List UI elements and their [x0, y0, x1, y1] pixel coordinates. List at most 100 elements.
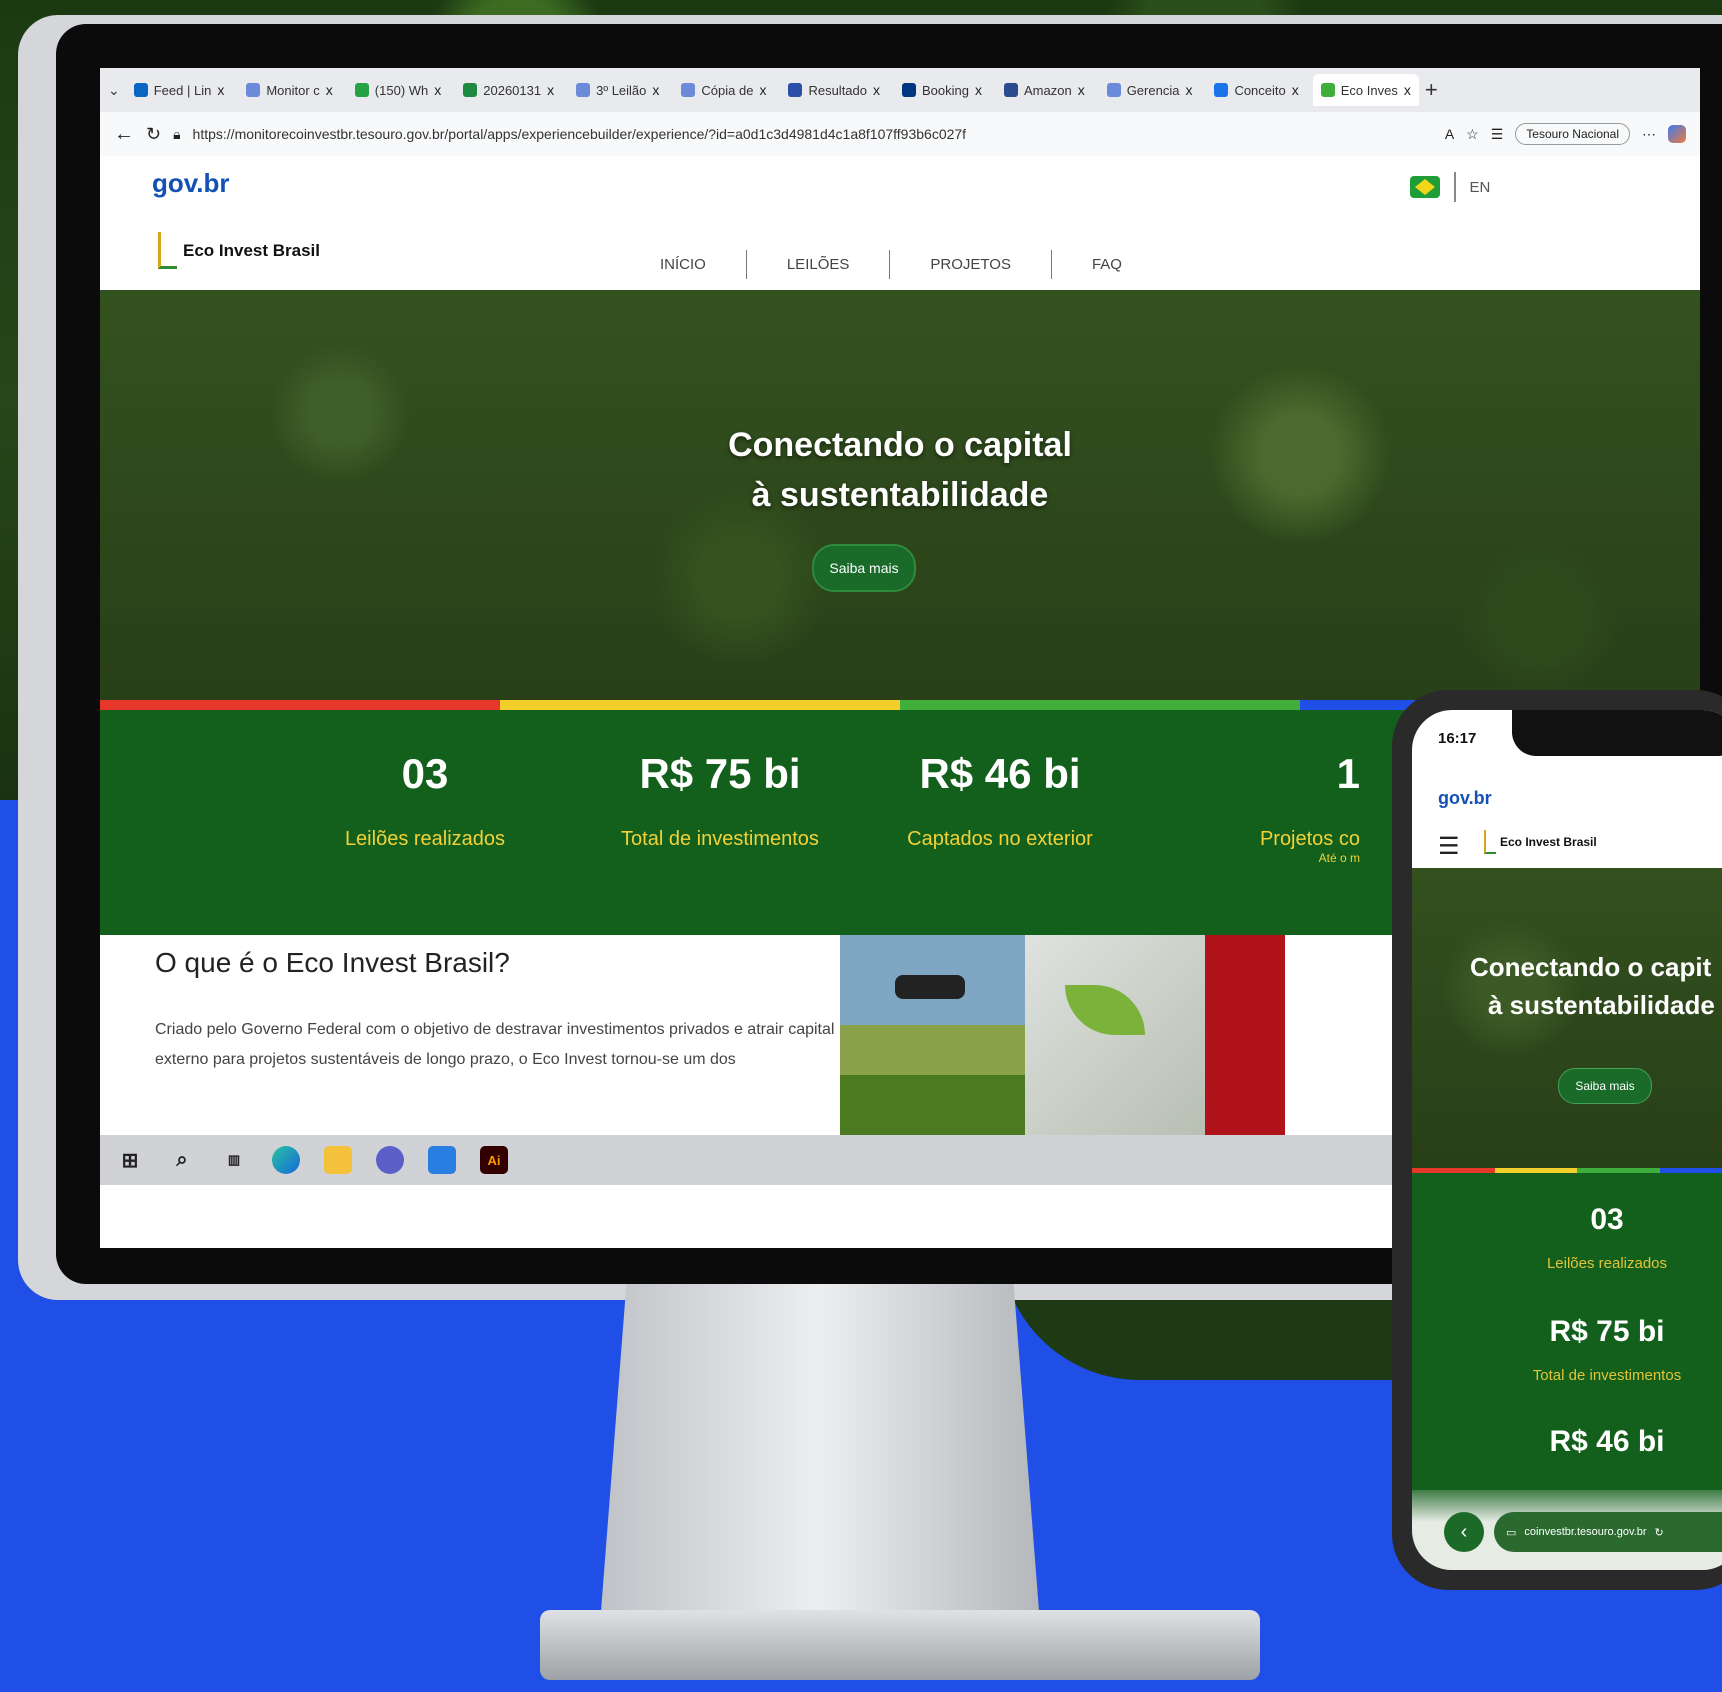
tab-close-icon[interactable]: x: [759, 82, 766, 98]
illustrator-icon[interactable]: Ai: [480, 1146, 508, 1174]
search-icon[interactable]: ⌕: [168, 1146, 196, 1174]
saiba-mais-button[interactable]: Saiba mais: [812, 544, 916, 592]
tab-list-chevron-icon[interactable]: ⌄: [108, 82, 120, 99]
browser-tab[interactable]: Amazon x: [996, 74, 1093, 106]
tab-close-icon[interactable]: x: [1078, 82, 1085, 98]
phone-back-icon[interactable]: ‹: [1444, 1512, 1484, 1552]
nav-faq[interactable]: FAQ: [1052, 250, 1162, 279]
lock-icon: 🔒︎: [173, 125, 181, 142]
about-text: Criado pelo Governo Federal com o objeti…: [155, 1021, 835, 1068]
monitor-stand: [600, 1284, 1040, 1624]
browser-tab[interactable]: Monitor cx: [238, 74, 340, 106]
more-menu-icon[interactable]: ⋯: [1642, 126, 1656, 143]
tab-close-icon[interactable]: x: [975, 82, 982, 98]
tab-close-icon[interactable]: x: [547, 82, 554, 98]
tab-close-icon[interactable]: x: [217, 82, 224, 98]
tabs-icon: ▭: [1506, 1526, 1517, 1539]
tab-favicon-icon: [1320, 83, 1335, 97]
back-icon[interactable]: ←: [114, 123, 134, 146]
tab-favicon-icon: [576, 83, 591, 97]
tab-close-icon[interactable]: x: [1292, 82, 1299, 98]
tab-favicon-icon: [354, 83, 369, 97]
brazil-flag-icon[interactable]: [1410, 176, 1440, 198]
phone-hero-banner: Conectando o capit à sustentabilidade Sa…: [1412, 868, 1722, 1168]
tab-close-icon[interactable]: x: [434, 82, 441, 98]
drone-field-image: [840, 935, 1025, 1135]
url-field[interactable]: https://monitorecoinvestbr.tesouro.gov.b…: [193, 126, 1173, 142]
tab-close-icon[interactable]: x: [652, 82, 659, 98]
phone-hero-title: Conectando o capit à sustentabilidade: [1470, 952, 1715, 1020]
browser-tab[interactable]: 20260131 x: [455, 74, 562, 106]
browser-tab-active[interactable]: Eco Inves x: [1312, 74, 1419, 106]
phone-url-field[interactable]: ▭ coinvestbr.tesouro.gov.br ↻: [1494, 1512, 1722, 1552]
stripe-red: [100, 700, 500, 710]
leaf-logo-icon: [158, 232, 177, 269]
windows-start-icon[interactable]: ⊞: [116, 1146, 144, 1174]
profile-button[interactable]: Tesouro Nacional: [1515, 123, 1630, 145]
browser-tab[interactable]: Cópia de x: [673, 74, 774, 106]
stat-leiloes: 03 Leilões realizados: [344, 750, 506, 850]
hero-title: Conectando o capital à sustentabilidade: [728, 426, 1072, 514]
browser-tab[interactable]: (150) Wh x: [347, 74, 449, 106]
new-tab-button[interactable]: +: [1425, 77, 1438, 103]
browser-tab[interactable]: Feed | Lin x: [126, 74, 233, 106]
tab-favicon-icon: [463, 83, 478, 97]
site-header: Eco Invest Brasil INÍCIO LEILÕES PROJETO…: [100, 210, 1700, 290]
leaf-logo-icon: [1484, 830, 1496, 854]
tab-close-icon[interactable]: x: [326, 82, 333, 98]
phone-eco-invest-logo[interactable]: Eco Invest Brasil: [1484, 830, 1597, 854]
phone-stat-exterior: R$ 46 bi: [1549, 1425, 1665, 1458]
tab-close-icon[interactable]: x: [1404, 82, 1411, 98]
favorite-star-icon[interactable]: ☆: [1466, 126, 1479, 143]
task-view-icon[interactable]: ▥: [220, 1146, 248, 1174]
tab-favicon-icon: [1106, 83, 1121, 97]
eco-invest-logo[interactable]: Eco Invest Brasil: [158, 232, 320, 269]
phone-browser-bar: ‹ ▭ coinvestbr.tesouro.gov.br ↻: [1412, 1490, 1722, 1570]
tab-close-icon[interactable]: x: [1185, 82, 1192, 98]
browser-tab[interactable]: 3º Leilão x: [568, 74, 667, 106]
stat-exterior: R$ 46 bi Captados no exterior: [907, 750, 1093, 850]
browser-address-bar: ← ↻ 🔒︎ https://monitorecoinvestbr.tesour…: [100, 112, 1700, 156]
browser-tab[interactable]: Gerencia x: [1099, 74, 1201, 106]
copilot-icon[interactable]: [1668, 125, 1686, 143]
tab-close-icon[interactable]: x: [873, 82, 880, 98]
stat-projetos: 1 Projetos co Até o m: [1259, 750, 1360, 865]
browser-tab[interactable]: Resultado x: [780, 74, 888, 106]
nav-inicio[interactable]: INÍCIO: [620, 250, 747, 279]
tab-favicon-icon: [246, 83, 261, 97]
lang-en[interactable]: EN: [1470, 179, 1491, 196]
teams-icon[interactable]: [376, 1146, 404, 1174]
tab-favicon-icon: [1214, 83, 1229, 97]
browser-tab-bar: ⌄ Feed | Lin x Monitor cx (150) Wh x 20260…: [100, 68, 1700, 112]
phone-gov-logo[interactable]: gov.br: [1438, 788, 1492, 809]
hero-banner: Conectando o capital à sustentabilidade …: [100, 290, 1700, 700]
browser-tab[interactable]: Conceito x: [1206, 74, 1306, 106]
hamburger-menu-icon[interactable]: ☰: [1438, 832, 1460, 861]
favorites-list-icon[interactable]: ☰: [1491, 126, 1504, 143]
nav-leiloes[interactable]: LEILÕES: [747, 250, 891, 279]
tab-favicon-icon: [1003, 83, 1018, 97]
phone-reload-icon[interactable]: ↻: [1655, 1526, 1664, 1539]
stripe-yellow: [500, 700, 900, 710]
nav-projetos[interactable]: PROJETOS: [890, 250, 1052, 279]
main-nav: INÍCIO LEILÕES PROJETOS FAQ: [620, 250, 1162, 279]
outlook-icon[interactable]: [428, 1146, 456, 1174]
read-aloud-icon[interactable]: A: [1445, 126, 1454, 142]
phone-notch: [1512, 710, 1722, 756]
about-title: O que é o Eco Invest Brasil?: [155, 947, 510, 978]
tab-favicon-icon: [681, 83, 696, 97]
phone-stat-leiloes: 03 Leilões realizados: [1546, 1203, 1668, 1272]
phone-screen: 16:17 gov.br ☰ Eco Invest Brasil Conecta…: [1412, 710, 1722, 1570]
language-switcher: EN: [1410, 172, 1490, 202]
phone-saiba-mais-button[interactable]: Saiba mais: [1558, 1068, 1652, 1104]
plant-image: [1025, 935, 1205, 1135]
gov-logo[interactable]: gov.br: [152, 168, 230, 199]
phone-site-header: ☰ Eco Invest Brasil: [1412, 816, 1722, 869]
tab-favicon-icon: [902, 83, 916, 97]
file-explorer-icon[interactable]: [324, 1146, 352, 1174]
phone-time: 16:17: [1438, 730, 1477, 747]
edge-icon[interactable]: [272, 1146, 300, 1174]
reload-icon[interactable]: ↻: [146, 124, 161, 145]
red-image: [1205, 935, 1285, 1135]
browser-tab[interactable]: Booking x: [894, 74, 990, 106]
